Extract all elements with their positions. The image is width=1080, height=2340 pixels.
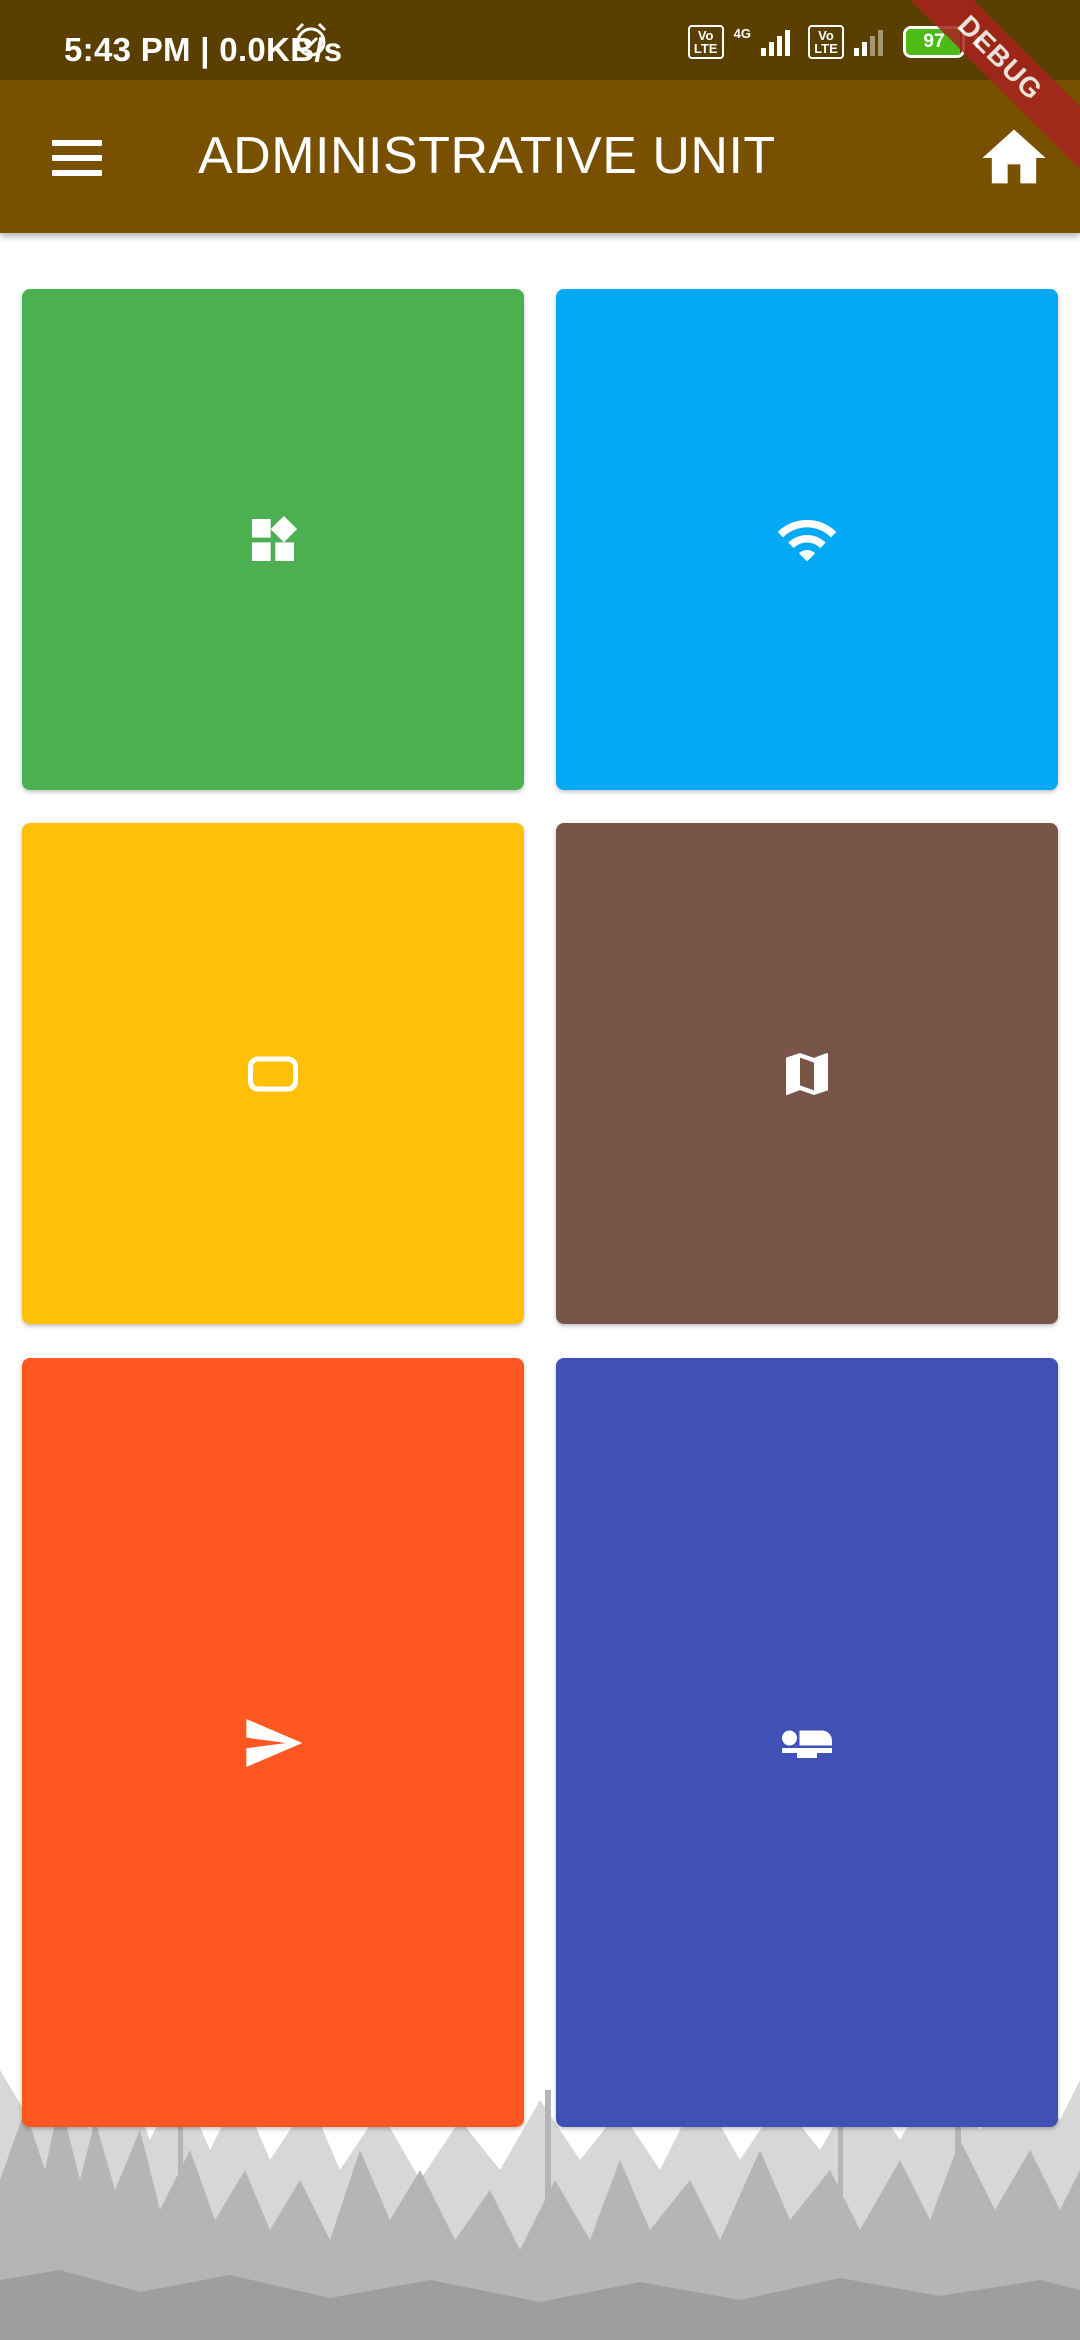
home-icon bbox=[982, 129, 1046, 184]
menu-icon-bar bbox=[52, 170, 102, 176]
network-type: 4G bbox=[733, 25, 751, 41]
signal-icon bbox=[761, 28, 790, 56]
tile-send[interactable] bbox=[22, 1358, 524, 2127]
menu-button[interactable] bbox=[38, 122, 114, 194]
status-indicators: Vo LTE 4G Vo LTE 97 bbox=[295, 22, 980, 62]
tile-airline-seat[interactable] bbox=[556, 1358, 1058, 2127]
status-bar: 5:43 PM | 0.0KB/s Vo LTE 4G Vo LTE 97 bbox=[0, 0, 1080, 80]
menu-icon-bar bbox=[52, 155, 102, 161]
tile-wifi[interactable] bbox=[556, 289, 1058, 790]
wifi-icon bbox=[777, 519, 837, 561]
tile-widgets[interactable] bbox=[22, 289, 524, 790]
volte-icon: Vo LTE bbox=[687, 25, 724, 59]
menu-icon bbox=[52, 140, 102, 146]
tile-map[interactable] bbox=[556, 823, 1058, 1324]
alarm-icon bbox=[293, 20, 329, 65]
airline-seat-flat-icon bbox=[782, 1730, 832, 1758]
map-icon bbox=[786, 1052, 828, 1095]
volte-icon-2: Vo LTE bbox=[808, 25, 844, 59]
send-icon bbox=[246, 1718, 303, 1767]
widgets-icon bbox=[252, 515, 298, 561]
app-bar: ADMINISTRATIVE UNIT bbox=[0, 80, 1080, 233]
signal-icon-2 bbox=[854, 28, 883, 56]
home-button[interactable] bbox=[976, 120, 1052, 196]
crop-landscape-icon bbox=[248, 1056, 298, 1091]
tile-crop-landscape[interactable] bbox=[22, 823, 524, 1324]
page-title: ADMINISTRATIVE UNIT bbox=[198, 127, 776, 185]
